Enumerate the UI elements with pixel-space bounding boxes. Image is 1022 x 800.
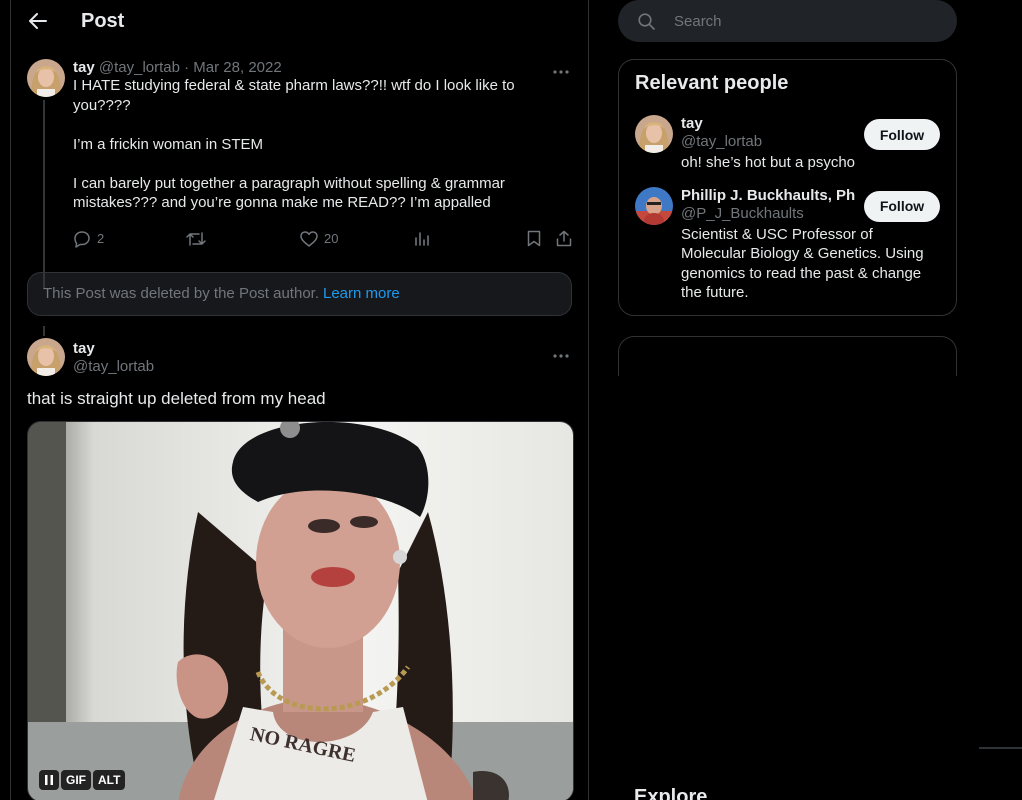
follow-button[interactable]: Follow <box>864 119 940 150</box>
author-handle[interactable]: @tay_lortab <box>99 59 180 76</box>
more-options-icon[interactable] <box>552 346 570 358</box>
repost-icon <box>186 231 206 246</box>
arrow-left-icon <box>29 13 47 29</box>
person-bio: oh! she’s hot but a psycho <box>681 154 856 171</box>
repost-button[interactable] <box>186 231 206 247</box>
post-paragraph: I can barely put together a paragraph wi… <box>73 174 572 213</box>
relevant-people-card: Relevant people tay @tay_lortab oh! she’… <box>618 59 957 316</box>
person-name[interactable]: tay <box>681 115 855 132</box>
avatar[interactable] <box>27 59 65 97</box>
search-input[interactable]: Search <box>674 13 722 30</box>
share-button[interactable] <box>556 230 572 247</box>
more-options-icon[interactable] <box>552 62 570 74</box>
avatar[interactable] <box>635 115 673 153</box>
text-line: mistakes??? and you’re gonna make me REA… <box>73 194 491 211</box>
thread-line <box>43 325 45 336</box>
person-bio: Scientist & USC Professor of Molecular B… <box>681 225 924 302</box>
views-button[interactable] <box>415 231 429 246</box>
views-icon <box>415 231 429 246</box>
back-button[interactable] <box>27 10 49 32</box>
explore-title: Explore <box>634 786 708 800</box>
like-button[interactable]: 20 <box>300 230 339 247</box>
reply-count: 2 <box>97 231 105 246</box>
text-line: I’m a frickin woman in STEM <box>73 135 264 153</box>
sidebar-right: Search Relevant people tay @tay_lortab o… <box>618 0 958 800</box>
top-bar: Post <box>11 0 588 42</box>
text-line: I HATE studying federal & state pharm la… <box>73 77 515 114</box>
person-item[interactable]: tay @tay_lortab oh! she’s hot but a psyc… <box>635 115 940 173</box>
avatar[interactable] <box>635 186 673 225</box>
gif-image: NO RAGRE <box>28 421 573 800</box>
thread-line <box>43 100 45 288</box>
follow-button[interactable]: Follow <box>864 190 940 222</box>
divider <box>979 747 1022 749</box>
learn-more-link[interactable]: Learn more <box>323 285 400 302</box>
page-title: Post <box>81 9 125 32</box>
post-text: I HATE studying federal & state pharm la… <box>73 76 572 213</box>
bookmark-icon <box>527 230 541 247</box>
empty-card <box>618 336 957 376</box>
post-reply[interactable]: tay @tay_lortab that is straight up dele… <box>11 316 588 800</box>
bookmark-button[interactable] <box>527 230 541 247</box>
author-name[interactable]: tay <box>73 59 95 76</box>
reply-button[interactable]: 2 <box>73 230 104 248</box>
like-count: 20 <box>324 231 339 246</box>
action-bar: 2 20 <box>73 224 572 254</box>
alt-badge[interactable]: ALT <box>93 769 126 790</box>
post-paragraph: I HATE studying federal & state pharm la… <box>73 76 572 115</box>
person-item[interactable]: Phillip J. Buckhaults, Ph.D. @P_J_Buckha… <box>635 186 940 303</box>
author-name[interactable]: tay <box>73 340 572 357</box>
post-date[interactable]: · Mar 28, 2022 <box>184 59 282 76</box>
reply-icon <box>74 230 90 248</box>
main-column: Post tay @tay_lortab · Mar 28, 2022 I HA… <box>10 0 589 800</box>
post-text: that is straight up deleted from my head <box>27 388 326 408</box>
pause-button[interactable] <box>39 769 59 790</box>
person-name[interactable]: Phillip J. Buckhaults, Ph.D. <box>681 187 855 204</box>
gif-badge: GIF <box>61 769 91 790</box>
avatar[interactable] <box>27 337 65 376</box>
post-paragraph: I’m a frickin woman in STEM <box>73 135 572 155</box>
pause-icon <box>45 774 53 785</box>
deleted-post-notice: This Post was deleted by the Post author… <box>27 271 572 316</box>
author-handle[interactable]: @tay_lortab <box>73 358 572 375</box>
deleted-notice-text: This Post was deleted by the Post author… <box>43 285 319 302</box>
relevant-people-title: Relevant people <box>635 72 789 94</box>
search-icon <box>638 12 655 30</box>
search-bar[interactable]: Search <box>618 0 957 42</box>
post-header: tay @tay_lortab · Mar 28, 2022 <box>73 59 572 76</box>
text-line: I can barely put together a paragraph wi… <box>73 174 505 192</box>
media-badges: GIF ALT <box>39 769 126 790</box>
share-icon <box>556 230 572 247</box>
post-body: tay @tay_lortab · Mar 28, 2022 I HATE st… <box>73 59 572 254</box>
heart-icon <box>300 230 318 247</box>
post-original[interactable]: tay @tay_lortab · Mar 28, 2022 I HATE st… <box>11 42 588 288</box>
gif-media[interactable]: NO RAGRE GIF ALT <box>27 420 574 800</box>
post-header: tay @tay_lortab <box>73 338 572 375</box>
